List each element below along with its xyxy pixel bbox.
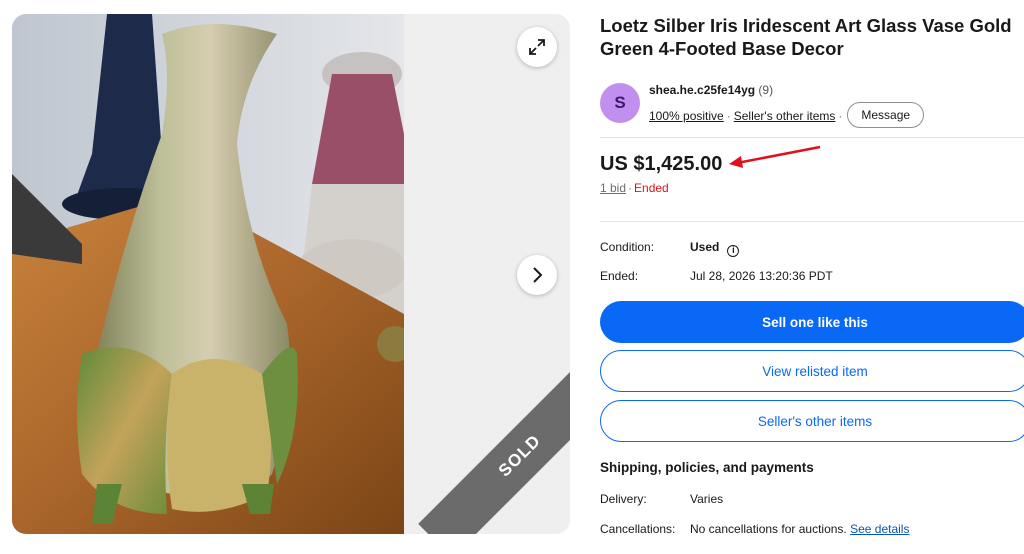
seller-username[interactable]: shea.he.c25fe14yg [649, 83, 755, 97]
next-image-button[interactable] [517, 255, 557, 295]
listing-title: Loetz Silber Iris Iridescent Art Glass V… [600, 15, 1012, 59]
ended-label: Ended: [600, 269, 639, 283]
seller-other-items-link[interactable]: Seller's other items [734, 109, 836, 123]
red-arrow-icon [729, 145, 821, 168]
sell-one-like-this-button[interactable]: Sell one like this [600, 301, 1024, 343]
bid-count-link[interactable]: 1 bid [600, 181, 626, 195]
bid-status: 1 bid · Ended [600, 181, 669, 195]
sellers-other-items-button[interactable]: Seller's other items [600, 400, 1024, 442]
avatar-initial: S [614, 93, 626, 112]
see-details-link[interactable]: See details [850, 522, 909, 536]
delivery-value: Varies [690, 492, 724, 506]
chevron-right-icon [533, 267, 543, 283]
delivery-label: Delivery: [600, 492, 647, 506]
condition-label: Condition: [600, 240, 655, 254]
message-button[interactable]: Message [847, 102, 925, 128]
seller-name[interactable]: shea.he.c25fe14yg (9) [649, 83, 773, 97]
ended-value: Jul 28, 2026 13:20:36 PDT [690, 269, 833, 283]
cancellations-label: Cancellations: [600, 522, 676, 536]
expand-image-button[interactable] [517, 27, 557, 67]
price: US $1,425.00 [600, 153, 723, 175]
cancellations-value: No cancellations for auctions. See detai… [690, 522, 910, 536]
seller-links: 100% positive · Seller's other items · Messa… [649, 102, 925, 130]
divider [600, 137, 1024, 138]
shipping-section-title: Shipping, policies, and payments [600, 460, 814, 475]
condition-value: Used i [690, 240, 740, 257]
positive-feedback-link[interactable]: 100% positive [649, 109, 724, 123]
divider [600, 221, 1024, 222]
info-icon[interactable]: i [727, 245, 740, 257]
ended-status: Ended [634, 181, 669, 195]
product-photo[interactable] [12, 14, 404, 534]
sold-ribbon: SOLD [404, 358, 570, 534]
seller-card: S shea.he.c25fe14yg (9) 100% positive · Se… [600, 83, 1024, 130]
seller-avatar[interactable]: S [600, 83, 640, 123]
seller-feedback-count: (9) [758, 83, 774, 97]
expand-icon [529, 39, 545, 55]
view-relisted-item-button[interactable]: View relisted item [600, 350, 1024, 392]
sold-label: SOLD [418, 358, 570, 534]
image-gallery: SOLD [12, 14, 570, 534]
